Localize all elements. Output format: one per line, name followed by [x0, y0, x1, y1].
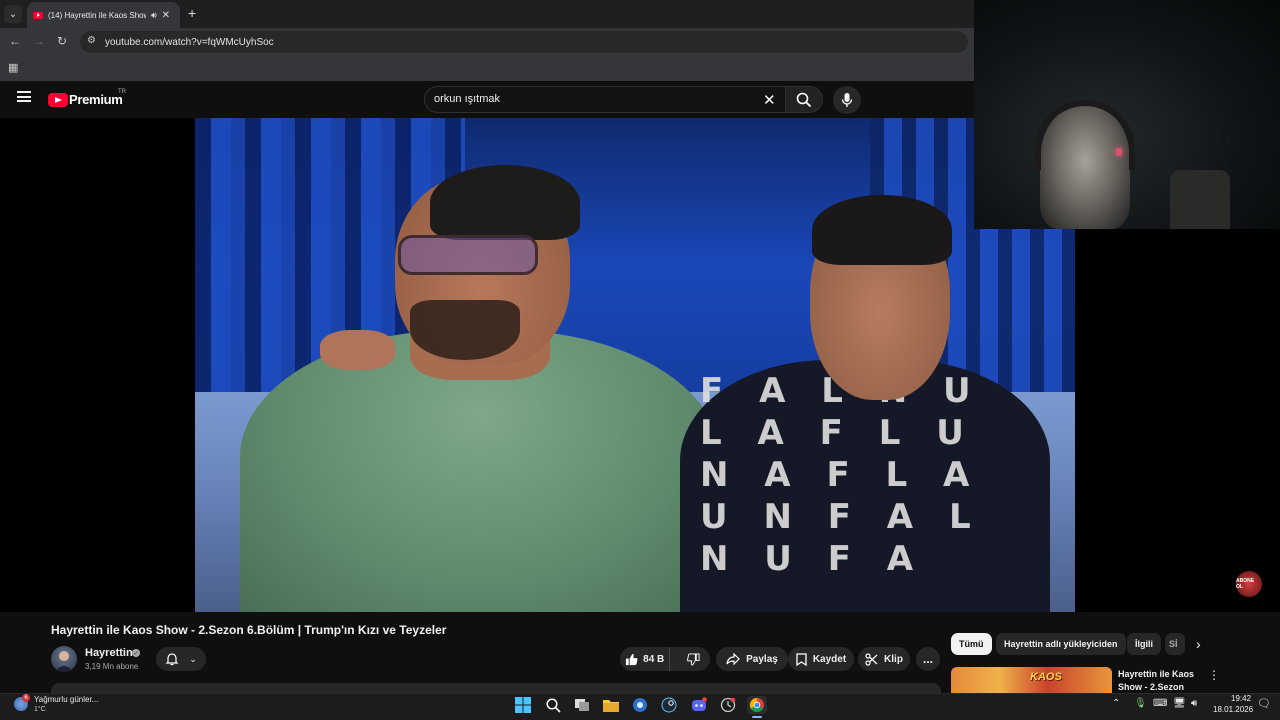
chip-related[interactable]: İlgili: [1127, 633, 1161, 655]
video-title: Hayrettin ile Kaos Show - 2.Sezon 6.Bölü…: [51, 623, 447, 637]
taskbar-search-icon[interactable]: [543, 696, 563, 714]
task-view-icon[interactable]: [572, 696, 592, 714]
apps-grid-icon[interactable]: ▦: [8, 61, 18, 74]
guest-hair: [812, 195, 952, 265]
youtube-favicon-icon: [33, 11, 43, 19]
speaker-icon[interactable]: 🔊︎: [151, 10, 157, 21]
kebab-menu-icon[interactable]: ⋮: [1208, 668, 1220, 682]
windows-start-icon[interactable]: [513, 696, 533, 714]
like-count: 84 B: [643, 653, 665, 665]
discord-icon[interactable]: [689, 696, 709, 714]
network-icon[interactable]: 🖥︎: [1173, 698, 1186, 709]
chevron-down-icon: ⌄: [189, 653, 197, 664]
host-glasses: [398, 235, 538, 275]
chevron-right-icon[interactable]: ›: [1196, 636, 1201, 652]
weather-text[interactable]: Yağmurlu günler...: [34, 695, 98, 704]
recommendation-title[interactable]: Hayrettin ile Kaos Show - 2.Sezon: [1118, 668, 1208, 693]
keyboard-icon[interactable]: ⌨︎: [1153, 698, 1167, 709]
tab-title: (14) Hayrettin ile Kaos Show: [48, 10, 146, 20]
more-dots-icon: ...: [922, 652, 933, 666]
site-settings-icon[interactable]: ⚙︎: [87, 35, 96, 46]
app-icon-clock[interactable]: [718, 696, 738, 714]
reload-icon[interactable]: ↻: [57, 34, 67, 48]
clock-date[interactable]: 18.01.2026: [1213, 705, 1253, 714]
chrome-icon[interactable]: [747, 696, 767, 714]
youtube-logo-icon[interactable]: [48, 93, 68, 107]
weather-badge: 6: [22, 694, 30, 702]
clip-button[interactable]: Klip: [858, 647, 910, 671]
browser-tab[interactable]: (14) Hayrettin ile Kaos Show 🔊︎ ✕: [27, 2, 180, 28]
forward-arrow-icon[interactable]: →: [33, 34, 45, 48]
thumbnail-logo-text: KAOS: [1030, 671, 1062, 683]
bell-icon: [165, 653, 179, 666]
chip-truncated[interactable]: Sİ: [1165, 633, 1185, 655]
app-icon-blue-gear[interactable]: [630, 696, 650, 714]
bookmarks-bar: [0, 55, 974, 81]
file-explorer-icon[interactable]: [601, 696, 621, 714]
region-code: TR: [118, 89, 126, 95]
chip-from-uploader[interactable]: Hayrettin adlı yükleyiciden: [996, 633, 1126, 655]
tab-close-icon[interactable]: ✕: [162, 10, 170, 21]
clip-label: Klip: [884, 653, 903, 665]
channel-watermark[interactable]: ABONE OL: [1236, 571, 1262, 597]
search-icon: [796, 92, 812, 107]
avatar-person-icon: [55, 651, 73, 672]
subscriber-count: 3,19 Mn abone: [85, 662, 139, 671]
more-actions-button[interactable]: ...: [916, 647, 940, 671]
notification-center-icon[interactable]: 🗨︎: [1257, 697, 1271, 710]
clear-search-icon[interactable]: ✕: [763, 91, 776, 109]
search-button[interactable]: [785, 86, 823, 113]
new-tab-button[interactable]: +: [188, 5, 196, 21]
share-button[interactable]: Paylaş: [716, 647, 788, 671]
like-dislike-group: 84 B: [620, 647, 710, 671]
notification-bell-button[interactable]: ⌄: [156, 647, 206, 671]
voice-search-button[interactable]: [833, 86, 861, 114]
app-icon-steam[interactable]: [659, 696, 679, 714]
bookmark-icon: [796, 652, 807, 666]
url-text[interactable]: youtube.com/watch?v=fqWMcUyhSoc: [105, 37, 274, 48]
tab-search-button[interactable]: ⌄: [4, 5, 22, 23]
clock-time[interactable]: 19:42: [1231, 694, 1251, 703]
back-arrow-icon[interactable]: ←: [9, 34, 21, 48]
jacket-letter-print: F A L N U L A F L U N A F L A U N F A L …: [700, 371, 983, 579]
save-label: Kaydet: [812, 653, 847, 665]
verified-badge-icon: ✓: [132, 649, 140, 657]
microphone-icon: [841, 93, 853, 107]
premium-wordmark[interactable]: Premium: [69, 92, 123, 107]
host-hair: [430, 165, 580, 240]
share-label: Paylaş: [746, 653, 778, 665]
search-input-value[interactable]: orkun ışıtmak: [434, 93, 500, 105]
active-app-indicator: [752, 716, 762, 718]
headset-led: [1116, 148, 1122, 156]
save-button[interactable]: Kaydet: [788, 647, 854, 671]
thumbs-up-icon: [626, 653, 638, 665]
channel-name[interactable]: Hayrettin: [85, 647, 133, 659]
dislike-button[interactable]: [676, 652, 710, 666]
hand-on-shoulder: [320, 330, 395, 370]
volume-icon[interactable]: 🔊︎: [1191, 698, 1197, 709]
thumbs-down-icon: [686, 652, 700, 666]
chip-all[interactable]: Tümü: [951, 633, 992, 655]
channel-avatar[interactable]: [51, 646, 77, 672]
weather-temperature: 1°C: [34, 706, 46, 713]
host-beard: [410, 300, 520, 360]
microphone-in-use-icon[interactable]: 🎙︎: [1134, 698, 1147, 709]
scissors-icon: [865, 652, 878, 666]
tray-overflow-chevron-icon[interactable]: ⌃: [1112, 698, 1120, 709]
description-box[interactable]: [51, 683, 941, 693]
like-button[interactable]: 84 B: [620, 647, 671, 671]
share-arrow-icon: [726, 653, 740, 665]
hamburger-menu-icon[interactable]: [17, 91, 31, 102]
webcam-chair: [1170, 170, 1230, 229]
